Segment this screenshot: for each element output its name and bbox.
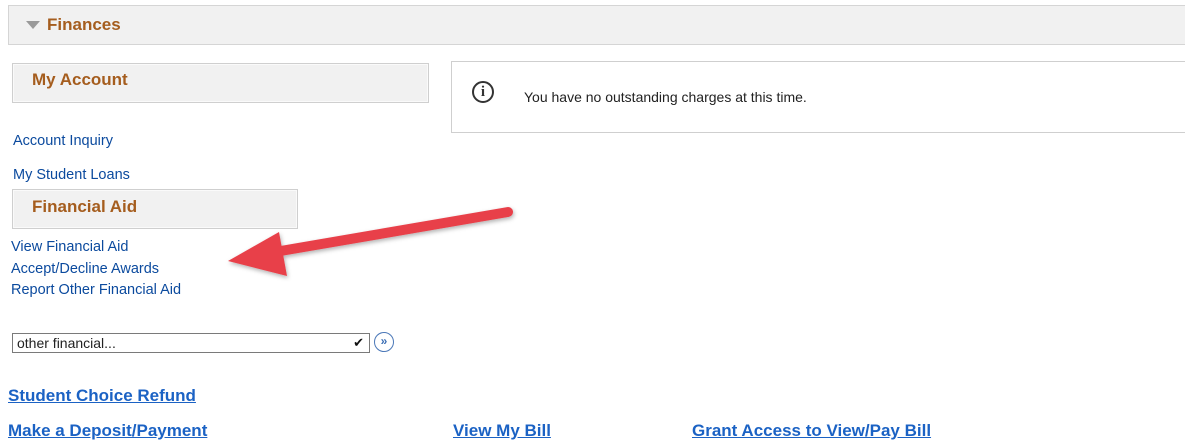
annotation-arrow bbox=[228, 207, 513, 276]
